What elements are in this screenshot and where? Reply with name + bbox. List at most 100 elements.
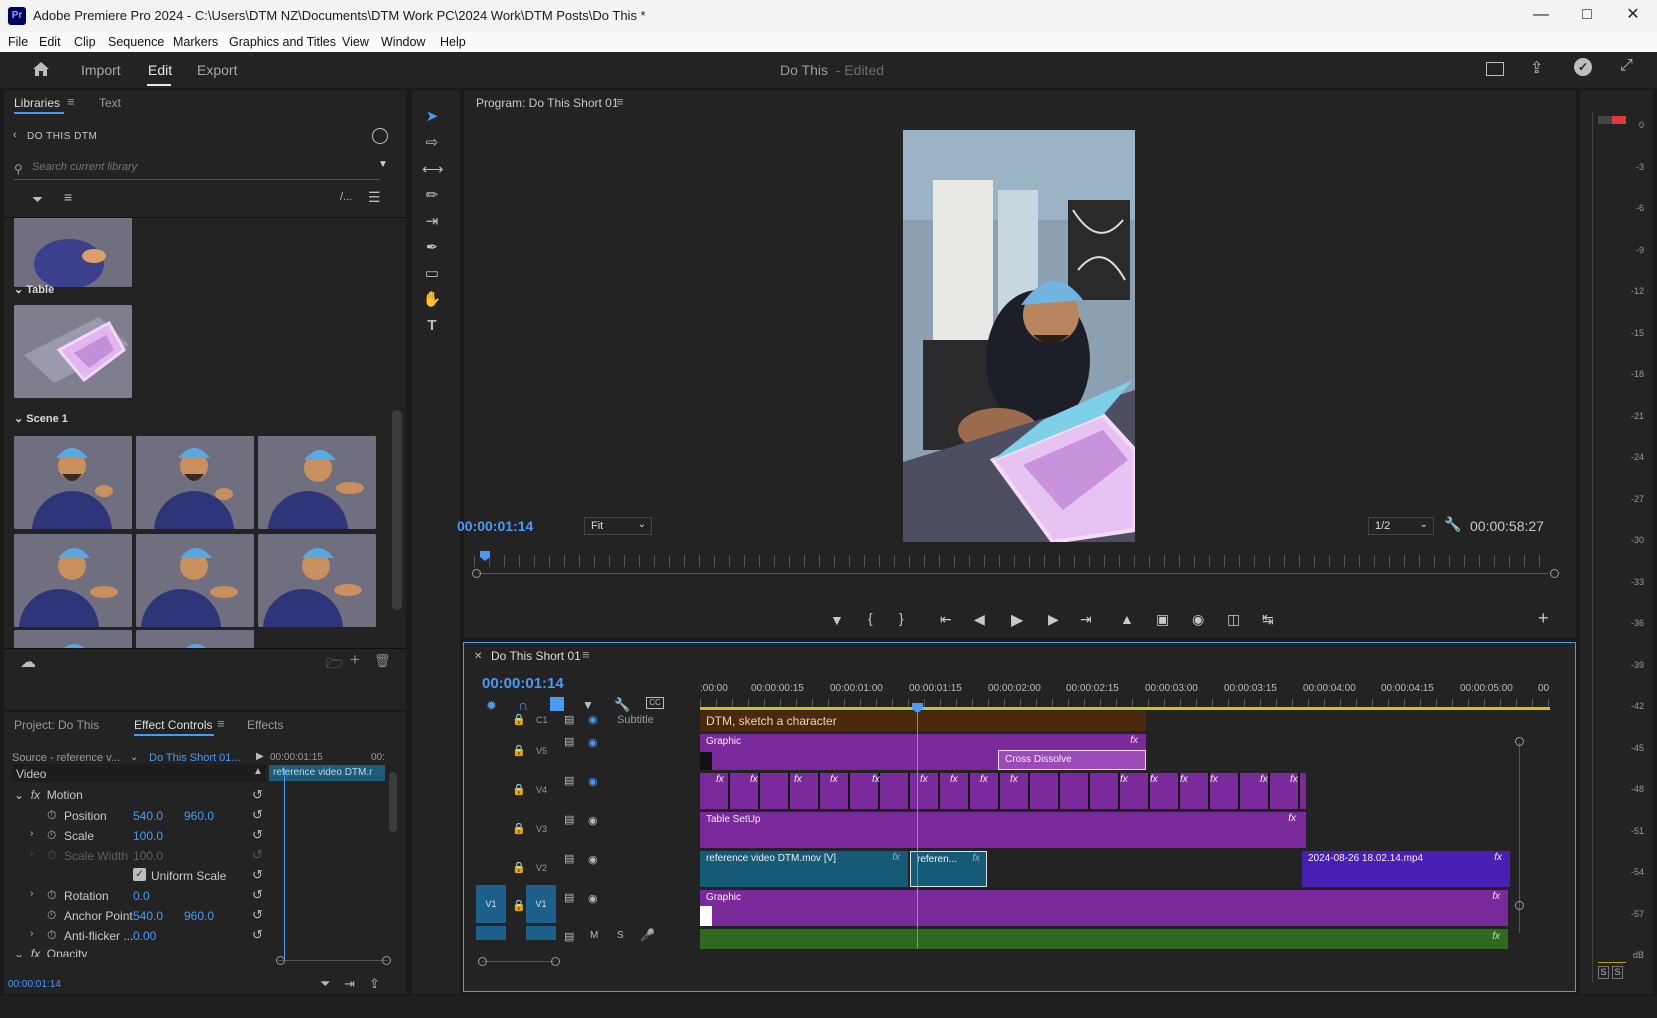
reset-icon[interactable]: ↺ (252, 927, 263, 943)
program-ruler[interactable] (474, 555, 1544, 567)
search-dropdown-icon[interactable]: ▼ (378, 159, 388, 170)
graphic-clips-v4[interactable]: fx fx fx fx fx fx fx fx fx fx fx fx fx f… (700, 773, 1306, 809)
program-zoom-handle-left[interactable] (472, 569, 481, 578)
new-folder-icon[interactable]: 🗁 (326, 653, 343, 677)
h-scroll-handle-left[interactable] (478, 957, 487, 966)
library-asset-scene[interactable] (136, 630, 254, 648)
reset-icon[interactable]: ↺ (252, 827, 263, 843)
menu-sequence[interactable]: Sequence (108, 35, 164, 49)
delete-icon[interactable]: 🗑 (374, 653, 391, 669)
lock-icon[interactable]: 🔒 (512, 899, 526, 912)
tab-effect-controls[interactable]: Effect Controls (134, 718, 212, 732)
lock-icon[interactable]: 🔒 (512, 713, 526, 726)
program-video-frame[interactable] (903, 130, 1135, 542)
nest-toggle-icon[interactable]: ✹ (486, 698, 497, 714)
timeline-timecode[interactable]: 00:00:01:14 (482, 675, 564, 692)
anchor-y-value[interactable]: 960.0 (184, 909, 214, 923)
ripple-edit-tool-icon[interactable]: ⟷ (422, 160, 444, 180)
sync-lock-icon[interactable]: ▤ (564, 930, 574, 943)
stopwatch-icon[interactable]: ⏱ (47, 888, 56, 903)
eye-hidden-icon[interactable]: ◉ (588, 713, 598, 726)
lift-icon[interactable]: ▲ (1120, 611, 1134, 627)
reference-video-clip[interactable]: reference video DTM.mov [V] fx (700, 851, 908, 887)
source-dropdown-icon[interactable]: ⌄ (130, 752, 138, 763)
program-menu-icon[interactable]: ≡ (616, 94, 624, 109)
stopwatch-icon[interactable]: ⏱ (47, 808, 56, 823)
tab-libraries[interactable]: Libraries (14, 96, 60, 110)
eye-icon[interactable]: ◉ (588, 853, 598, 866)
solo-left-button[interactable]: S (1598, 966, 1609, 979)
program-zoom-handle-right[interactable] (1550, 569, 1559, 578)
anti-flicker-value[interactable]: 0.00 (133, 929, 156, 943)
sync-lock-icon[interactable]: ▤ (564, 774, 574, 787)
reset-icon[interactable]: ↺ (252, 787, 263, 803)
export-tab[interactable]: Export (197, 62, 237, 78)
linked-selection-icon[interactable] (550, 697, 564, 711)
stopwatch-icon[interactable]: ⏱ (47, 828, 56, 843)
mark-in-icon[interactable]: { (868, 610, 873, 626)
expand-chevron-icon[interactable]: › (30, 828, 33, 839)
close-window-button[interactable]: ✕ (1610, 0, 1656, 32)
selection-tool-icon[interactable]: ➤ (422, 107, 442, 127)
expand-chevron-icon[interactable]: › (30, 928, 33, 939)
uniform-scale-checkbox[interactable]: ✓ (133, 868, 146, 881)
menu-file[interactable]: File (8, 35, 28, 49)
mute-button[interactable]: M (590, 930, 598, 941)
library-asset-table[interactable] (14, 305, 132, 398)
scale-value[interactable]: 100.0 (133, 829, 163, 843)
zoom-select[interactable]: Fit ⌄ (584, 517, 652, 535)
reset-icon[interactable]: ↺ (252, 867, 263, 883)
timeline-h-scrollbar[interactable] (482, 961, 554, 962)
slip-tool-icon[interactable]: ⇥ (422, 212, 442, 232)
track-v1-target[interactable]: V1 (526, 885, 556, 923)
play-icon[interactable]: ▶ (1011, 610, 1023, 630)
lock-icon[interactable]: 🔒 (512, 783, 526, 796)
rotation-value[interactable]: 0.0 (133, 889, 150, 903)
menu-help[interactable]: Help (440, 35, 466, 49)
library-asset-scene[interactable] (258, 436, 376, 529)
v-scroll-handle-top[interactable] (1515, 737, 1524, 746)
cross-dissolve-transition[interactable]: Cross Dissolve (998, 750, 1146, 770)
eye-hidden-icon[interactable]: ◉ (588, 736, 598, 749)
reset-icon[interactable]: ↺ (252, 807, 263, 823)
rectangle-tool-icon[interactable]: ▭ (422, 264, 442, 284)
sync-lock-icon[interactable]: ▤ (564, 852, 574, 865)
library-asset-scene[interactable] (14, 436, 132, 529)
library-asset-scene[interactable] (14, 534, 132, 627)
program-monitor-title[interactable]: Program: Do This Short 01 (476, 96, 619, 110)
export-frame-icon[interactable]: ◉ (1192, 611, 1204, 628)
tab-effects[interactable]: Effects (247, 718, 283, 732)
libraries-menu-icon[interactable]: ≡ (67, 94, 75, 109)
progress-check-icon[interactable]: ✓ (1574, 58, 1592, 76)
opacity-row[interactable]: ⌄ fx Opacity (14, 947, 87, 957)
date-video-clip[interactable]: 2024-08-26 18.02.14.mp4 fx (1302, 851, 1510, 887)
stopwatch-icon[interactable]: ⏱ (47, 908, 56, 923)
caption-clip[interactable]: DTM, sketch a character (700, 711, 1146, 731)
razor-tool-icon[interactable]: ✏ (422, 186, 442, 206)
step-forward-icon[interactable]: ▶ (1048, 611, 1059, 628)
share-icon[interactable]: ⇪ (369, 976, 380, 992)
hand-tool-icon[interactable]: ✋ (422, 290, 442, 310)
menu-window[interactable]: Window (381, 35, 425, 49)
sync-lock-icon[interactable]: ▤ (564, 891, 574, 904)
resolution-select[interactable]: 1/2 ⌄ (1368, 517, 1434, 535)
play-only-icon[interactable]: ▶ (256, 751, 264, 762)
proxy-toggle-icon[interactable]: ↹ (1262, 611, 1274, 628)
export-frame-icon[interactable]: ⇥ (344, 976, 355, 992)
lock-icon[interactable]: 🔒 (512, 822, 526, 835)
collaborate-icon[interactable] (372, 128, 388, 144)
group-table-header[interactable]: ⌄ Table (14, 283, 54, 296)
reset-icon[interactable]: ↺ (252, 887, 263, 903)
go-to-out-icon[interactable]: ⇥ (1080, 611, 1092, 628)
eye-icon[interactable]: ◉ (588, 814, 598, 827)
table-setup-clip[interactable]: Table SetUp fx (700, 812, 1306, 848)
sort-label[interactable]: /... (340, 191, 352, 203)
ec-zoom-bar[interactable] (278, 960, 388, 961)
library-asset[interactable] (14, 218, 132, 287)
eye-hidden-icon[interactable]: ◉ (588, 775, 598, 788)
ec-scrollbar[interactable] (389, 772, 397, 832)
add-marker-icon[interactable]: ▼ (582, 698, 594, 712)
position-x-value[interactable]: 540.0 (133, 809, 163, 823)
comparison-view-icon[interactable]: ◫ (1227, 611, 1240, 628)
share-icon[interactable]: ⇪ (1530, 58, 1543, 78)
